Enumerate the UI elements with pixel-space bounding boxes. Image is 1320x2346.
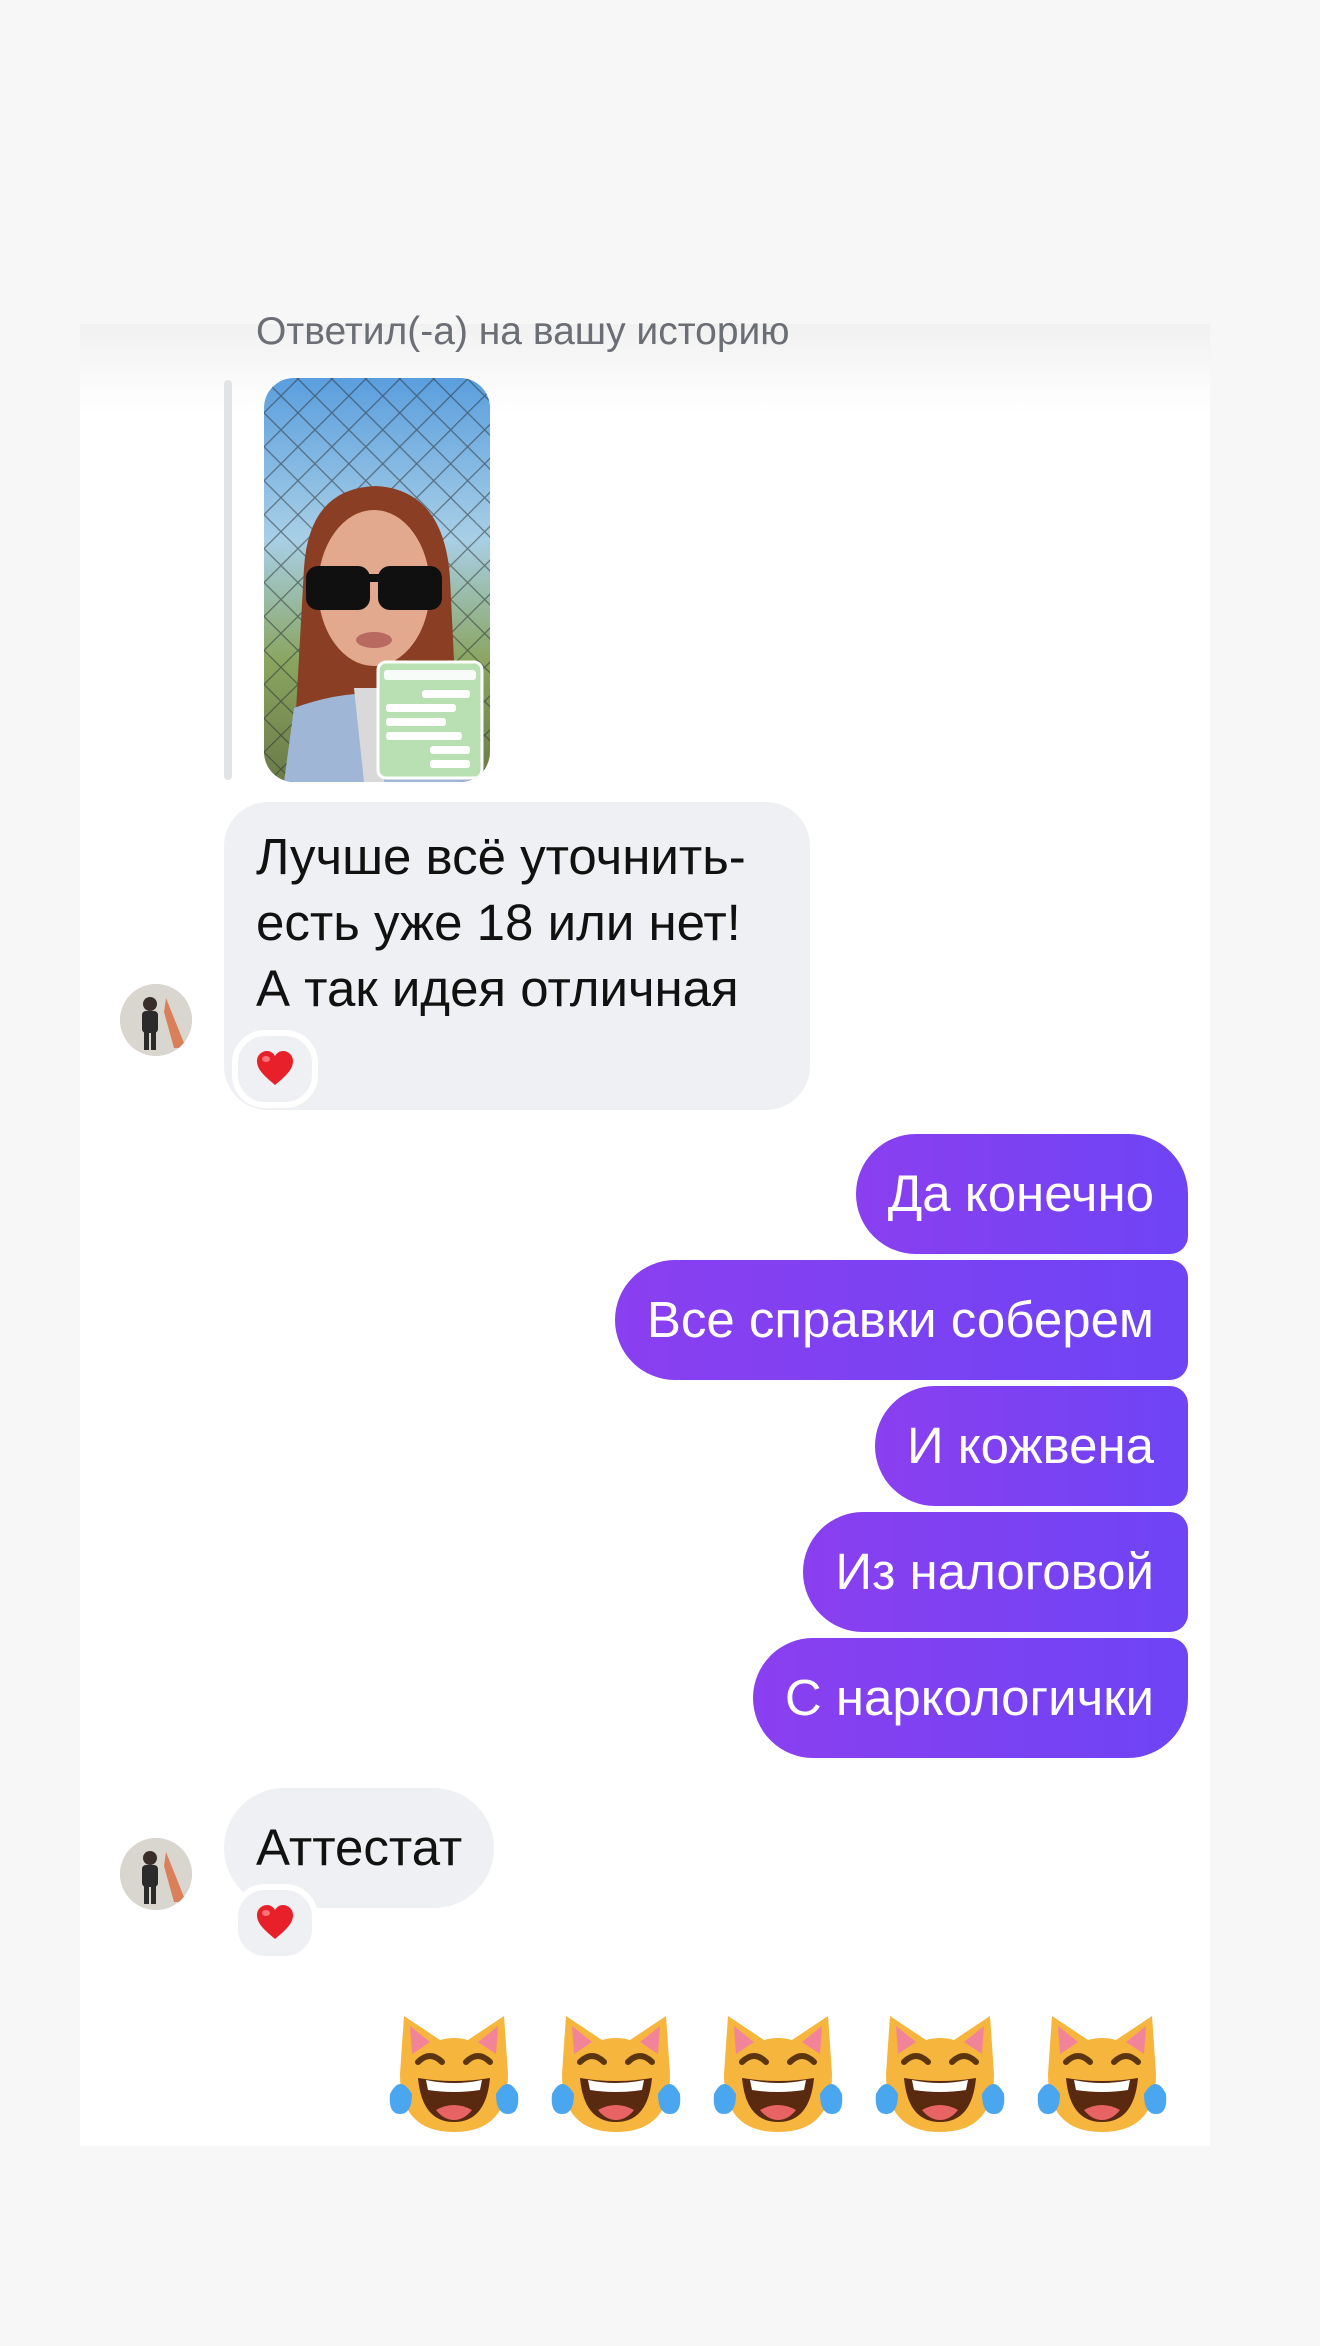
outgoing-message[interactable]: С наркологички — [752, 1638, 1188, 1758]
red-heart-icon — [257, 1051, 293, 1085]
message-text: Из налоговой — [835, 1543, 1154, 1600]
message-text: Все справки соберем — [646, 1291, 1154, 1348]
cat-tears-of-joy-icon — [1030, 2004, 1174, 2148]
emoji-message[interactable] — [382, 2004, 1174, 2148]
message-text: Аттестат — [256, 1819, 463, 1876]
quote-bar — [224, 380, 232, 780]
cat-tears-of-joy-icon — [382, 2004, 526, 2148]
story-thumbnail[interactable] — [264, 378, 490, 782]
user-avatar[interactable] — [120, 984, 192, 1056]
user-avatar[interactable] — [120, 1838, 192, 1910]
cat-tears-of-joy-icon — [706, 2004, 850, 2148]
outgoing-message[interactable]: Да конечно — [855, 1134, 1188, 1254]
cat-tears-of-joy-icon — [544, 2004, 688, 2148]
chat-thread: Ответил(-а) на вашу историю Лучше всё ут… — [80, 310, 1210, 2146]
story-reply-label: Ответил(-а) на вашу историю — [256, 310, 790, 353]
reaction-badge[interactable] — [232, 1884, 318, 1962]
message-text: И кожвена — [906, 1417, 1154, 1474]
message-text: Лучше всё уточнить- есть уже 18 или нет!… — [256, 828, 746, 1083]
red-heart-icon — [257, 1905, 293, 1939]
message-text: Да конечно — [887, 1165, 1154, 1222]
cat-tears-of-joy-icon — [868, 2004, 1012, 2148]
reaction-badge[interactable] — [232, 1030, 318, 1108]
outgoing-message[interactable]: Все справки соберем — [614, 1260, 1188, 1380]
outgoing-message[interactable]: И кожвена — [874, 1386, 1188, 1506]
message-text: С наркологички — [784, 1669, 1154, 1726]
outgoing-message[interactable]: Из налоговой — [803, 1512, 1188, 1632]
